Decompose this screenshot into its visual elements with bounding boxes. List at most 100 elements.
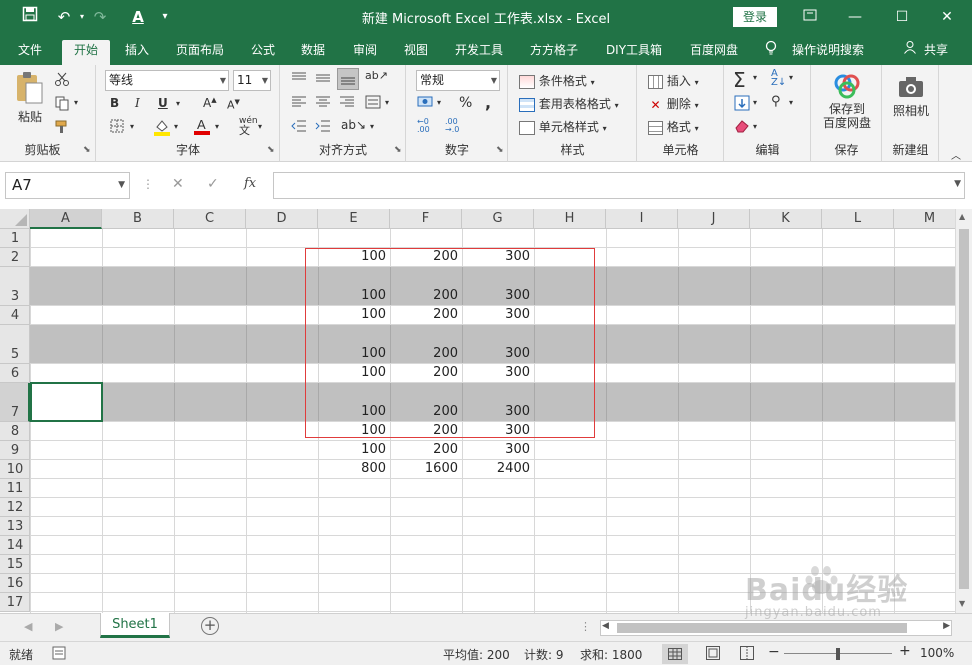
share-button[interactable]: 共享 <box>920 40 952 65</box>
cell-f10[interactable]: 1600 <box>390 461 462 476</box>
column-header-e[interactable]: E <box>318 209 390 229</box>
autosum-icon[interactable]: Σ <box>733 68 746 92</box>
normal-view-icon[interactable] <box>662 644 688 664</box>
tab-fangfanggezi[interactable]: 方方格子 <box>524 40 584 65</box>
cut-icon[interactable] <box>54 71 70 90</box>
cell-g10[interactable]: 2400 <box>462 461 534 476</box>
phonetic-icon[interactable]: wén 文 <box>239 117 258 137</box>
camera-button[interactable]: 照相机 <box>891 75 931 119</box>
merge-dropdown-icon[interactable]: ▾ <box>385 98 389 107</box>
column-header-c[interactable]: C <box>174 209 246 229</box>
format-as-table-button[interactable]: 套用表格格式 ▾ <box>519 95 619 112</box>
chevron-down-icon[interactable]: ▼ <box>118 173 125 198</box>
comma-style-icon[interactable]: , <box>485 93 491 112</box>
decrease-decimal-icon[interactable]: .00 →.0 <box>445 118 459 134</box>
clear-icon[interactable] <box>734 119 750 136</box>
expand-formula-icon[interactable]: ▼ <box>954 179 961 189</box>
clear-dropdown-icon[interactable]: ▾ <box>753 122 757 131</box>
align-middle-icon[interactable] <box>315 71 331 88</box>
tab-data[interactable]: 数据 <box>294 40 332 65</box>
row-header-11[interactable]: 11 <box>0 479 30 498</box>
font-launcher-icon[interactable]: ⬊ <box>267 145 275 155</box>
autosum-dropdown-icon[interactable]: ▾ <box>753 73 757 82</box>
zoom-out-icon[interactable]: − <box>768 644 780 660</box>
text-direction-icon[interactable]: ab↘ <box>341 118 366 132</box>
login-button[interactable]: 登录 <box>733 7 777 27</box>
tab-review[interactable]: 审阅 <box>346 40 384 65</box>
insert-cells-button[interactable]: 插入 ▾ <box>648 72 699 89</box>
delete-cells-button[interactable]: ✕ 删除 ▾ <box>648 95 698 112</box>
tab-formulas[interactable]: 公式 <box>244 40 282 65</box>
vertical-scrollbar[interactable]: ▲ ▼ <box>955 209 972 613</box>
orientation-icon[interactable]: ab↗ <box>365 69 388 82</box>
row-header-8[interactable]: 8 <box>0 422 30 441</box>
tab-developer[interactable]: 开发工具 <box>449 40 509 65</box>
sheet-prev-icon[interactable]: ◀ <box>24 620 32 633</box>
close-icon[interactable]: ✕ <box>927 4 967 30</box>
find-select-dropdown-icon[interactable]: ▾ <box>789 98 793 107</box>
number-launcher-icon[interactable]: ⬊ <box>496 145 504 155</box>
tell-me-search[interactable]: 操作说明搜索 <box>786 40 870 65</box>
share-user-icon[interactable] <box>902 40 918 65</box>
scroll-right-icon[interactable]: ▶ <box>943 621 950 631</box>
cell-e10[interactable]: 800 <box>318 461 390 476</box>
vertical-scroll-thumb[interactable] <box>959 229 969 589</box>
tab-home[interactable]: 开始 <box>62 40 110 65</box>
split-handle-icon[interactable]: ⋮ <box>580 620 591 633</box>
conditional-formatting-button[interactable]: 条件格式 ▾ <box>519 72 595 89</box>
page-break-view-icon[interactable] <box>740 646 754 663</box>
scroll-down-icon[interactable]: ▼ <box>959 599 965 608</box>
row-header-12[interactable]: 12 <box>0 498 30 517</box>
row-header-6[interactable]: 6 <box>0 364 30 383</box>
horizontal-scroll-thumb[interactable] <box>617 623 907 633</box>
row-header-15[interactable]: 15 <box>0 555 30 574</box>
font-size-select[interactable]: 11 ▼ <box>233 70 271 91</box>
italic-icon[interactable]: I <box>135 96 140 110</box>
increase-decimal-icon[interactable]: ←0.00 <box>417 118 430 134</box>
find-select-icon[interactable]: ⚲ <box>771 94 781 109</box>
row-header-16[interactable]: 16 <box>0 574 30 593</box>
borders-icon[interactable] <box>110 119 124 136</box>
spreadsheet-grid[interactable]: A B C D E F G H I J K L M 1 2 100 200 300 3 100 200 300 4 100 20… <box>0 209 955 613</box>
column-header-l[interactable]: L <box>822 209 894 229</box>
format-cells-button[interactable]: 格式 ▾ <box>648 118 699 135</box>
wrap-text-icon[interactable] <box>365 95 381 112</box>
cell-styles-button[interactable]: 单元格样式 ▾ <box>519 118 607 135</box>
row-header-13[interactable]: 13 <box>0 517 30 536</box>
clipboard-launcher-icon[interactable]: ⬊ <box>83 145 91 155</box>
paste-button[interactable]: 粘贴 <box>13 71 47 124</box>
format-painter-icon[interactable] <box>54 119 70 138</box>
align-center-icon[interactable] <box>315 95 331 112</box>
name-box[interactable]: A7 ▼ <box>5 172 130 199</box>
sheet-tab-sheet1[interactable]: Sheet1 <box>100 613 170 638</box>
text-direction-dropdown-icon[interactable]: ▾ <box>370 122 374 131</box>
macro-record-icon[interactable] <box>52 646 66 663</box>
scroll-up-icon[interactable]: ▲ <box>959 212 965 221</box>
zoom-level[interactable]: 100% <box>920 646 954 660</box>
cancel-icon[interactable]: ✕ <box>172 176 184 192</box>
collapse-ribbon-icon[interactable]: ︿ <box>951 147 961 162</box>
increase-indent-icon[interactable] <box>315 119 331 136</box>
zoom-in-icon[interactable]: + <box>899 643 911 659</box>
copy-icon[interactable] <box>54 95 70 114</box>
row-header-2[interactable]: 2 <box>0 248 30 267</box>
maximize-icon[interactable]: ☐ <box>882 4 922 30</box>
formula-input[interactable]: ▼ <box>273 172 965 199</box>
row-header-9[interactable]: 9 <box>0 441 30 460</box>
column-header-h[interactable]: H <box>534 209 606 229</box>
underline-icon[interactable]: U <box>158 96 168 110</box>
column-header-b[interactable]: B <box>102 209 174 229</box>
percent-icon[interactable]: % <box>459 95 472 111</box>
tab-file[interactable]: 文件 <box>10 40 50 65</box>
align-left-icon[interactable] <box>291 95 307 112</box>
row-header-17[interactable]: 17 <box>0 593 30 612</box>
add-sheet-icon[interactable]: + <box>201 617 219 635</box>
sort-filter-icon[interactable]: A Z↓ <box>771 69 786 88</box>
save-to-baidu-button[interactable]: 保存到 百度网盘 <box>822 73 872 130</box>
align-bottom-icon[interactable] <box>337 68 359 90</box>
horizontal-scrollbar[interactable]: ◀ ▶ <box>600 620 952 636</box>
column-header-m[interactable]: M <box>894 209 955 229</box>
underline-dropdown-icon[interactable]: ▾ <box>176 99 180 108</box>
sort-filter-dropdown-icon[interactable]: ▾ <box>789 73 793 82</box>
tab-baidu-netdisk[interactable]: 百度网盘 <box>684 40 744 65</box>
